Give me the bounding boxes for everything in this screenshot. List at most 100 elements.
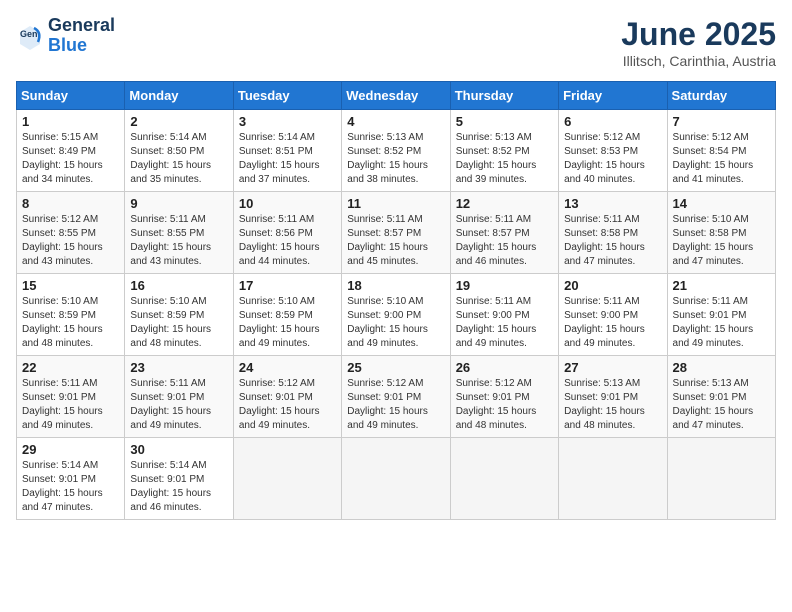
day-number: 4 xyxy=(347,114,444,129)
cell-info: Sunrise: 5:10 AMSunset: 8:58 PMDaylight:… xyxy=(673,213,770,269)
header-wednesday: Wednesday xyxy=(342,82,450,110)
month-title: June 2025 xyxy=(621,16,776,53)
calendar-cell: 21 Sunrise: 5:11 AMSunset: 9:01 PMDayligh… xyxy=(667,274,775,356)
cell-info: Sunrise: 5:11 AMSunset: 8:57 PMDaylight:… xyxy=(456,213,553,269)
calendar-cell xyxy=(559,438,667,520)
cell-info: Sunrise: 5:11 AMSunset: 9:01 PMDaylight:… xyxy=(130,377,227,433)
calendar-header-row: SundayMondayTuesdayWednesdayThursdayFrid… xyxy=(17,82,776,110)
title-block: June 2025 Illitsch, Carinthia, Austria xyxy=(621,16,776,69)
day-number: 22 xyxy=(22,360,119,375)
cell-info: Sunrise: 5:10 AMSunset: 8:59 PMDaylight:… xyxy=(22,295,119,351)
logo: Gen General Blue xyxy=(16,16,115,56)
day-number: 18 xyxy=(347,278,444,293)
cell-info: Sunrise: 5:11 AMSunset: 8:56 PMDaylight:… xyxy=(239,213,336,269)
calendar-cell: 22 Sunrise: 5:11 AMSunset: 9:01 PMDayligh… xyxy=(17,356,125,438)
cell-info: Sunrise: 5:11 AMSunset: 8:55 PMDaylight:… xyxy=(130,213,227,269)
cell-info: Sunrise: 5:13 AMSunset: 8:52 PMDaylight:… xyxy=(347,131,444,187)
calendar-cell: 6 Sunrise: 5:12 AMSunset: 8:53 PMDaylight… xyxy=(559,110,667,192)
calendar-cell xyxy=(233,438,341,520)
calendar-cell: 20Sunrise: 5:11 AMSunset: 9:00 PMDayligh… xyxy=(559,274,667,356)
calendar-cell: 26Sunrise: 5:12 AMSunset: 9:01 PMDayligh… xyxy=(450,356,558,438)
calendar-cell: 25 Sunrise: 5:12 AMSunset: 9:01 PMDayligh… xyxy=(342,356,450,438)
cell-info: Sunrise: 5:11 AMSunset: 8:58 PMDaylight:… xyxy=(564,213,661,269)
cell-info: Sunrise: 5:11 AMSunset: 9:01 PMDaylight:… xyxy=(22,377,119,433)
header-thursday: Thursday xyxy=(450,82,558,110)
cell-info: Sunrise: 5:12 AMSunset: 9:01 PMDaylight:… xyxy=(239,377,336,433)
cell-info: Sunrise: 5:14 AMSunset: 9:01 PMDaylight:… xyxy=(130,459,227,515)
cell-info: Sunrise: 5:13 AMSunset: 9:01 PMDaylight:… xyxy=(564,377,661,433)
header-tuesday: Tuesday xyxy=(233,82,341,110)
calendar-cell: 4 Sunrise: 5:13 AMSunset: 8:52 PMDaylight… xyxy=(342,110,450,192)
calendar-cell: 16Sunrise: 5:10 AMSunset: 8:59 PMDayligh… xyxy=(125,274,233,356)
day-number: 24 xyxy=(239,360,336,375)
cell-info: Sunrise: 5:14 AMSunset: 8:51 PMDaylight:… xyxy=(239,131,336,187)
calendar-cell: 28 Sunrise: 5:13 AMSunset: 9:01 PMDayligh… xyxy=(667,356,775,438)
day-number: 29 xyxy=(22,442,119,457)
cell-info: Sunrise: 5:14 AMSunset: 8:50 PMDaylight:… xyxy=(130,131,227,187)
calendar-cell: 17 Sunrise: 5:10 AMSunset: 8:59 PMDayligh… xyxy=(233,274,341,356)
calendar-cell xyxy=(667,438,775,520)
calendar-week-5: 22 Sunrise: 5:11 AMSunset: 9:01 PMDayligh… xyxy=(17,356,776,438)
calendar-cell: 13Sunrise: 5:11 AMSunset: 8:58 PMDayligh… xyxy=(559,192,667,274)
calendar-cell: 30 Sunrise: 5:14 AMSunset: 9:01 PMDayligh… xyxy=(125,438,233,520)
day-number: 10 xyxy=(239,196,336,211)
cell-info: Sunrise: 5:11 AMSunset: 9:01 PMDaylight:… xyxy=(673,295,770,351)
cell-info: Sunrise: 5:11 AMSunset: 9:00 PMDaylight:… xyxy=(456,295,553,351)
day-number: 2 xyxy=(130,114,227,129)
calendar-cell: 19 Sunrise: 5:11 AMSunset: 9:00 PMDayligh… xyxy=(450,274,558,356)
cell-info: Sunrise: 5:12 AMSunset: 8:53 PMDaylight:… xyxy=(564,131,661,187)
day-number: 6 xyxy=(564,114,661,129)
header-friday: Friday xyxy=(559,82,667,110)
day-number: 12 xyxy=(456,196,553,211)
day-number: 17 xyxy=(239,278,336,293)
logo-text: General Blue xyxy=(48,16,115,56)
day-number: 3 xyxy=(239,114,336,129)
header-monday: Monday xyxy=(125,82,233,110)
calendar-week-3: 8Sunrise: 5:12 AMSunset: 8:55 PMDaylight… xyxy=(17,192,776,274)
calendar-week-4: 15Sunrise: 5:10 AMSunset: 8:59 PMDayligh… xyxy=(17,274,776,356)
day-number: 25 xyxy=(347,360,444,375)
header-saturday: Saturday xyxy=(667,82,775,110)
day-number: 21 xyxy=(673,278,770,293)
calendar-cell: 12 Sunrise: 5:11 AMSunset: 8:57 PMDayligh… xyxy=(450,192,558,274)
day-number: 26 xyxy=(456,360,553,375)
day-number: 30 xyxy=(130,442,227,457)
calendar-cell: 11 Sunrise: 5:11 AMSunset: 8:57 PMDayligh… xyxy=(342,192,450,274)
calendar-cell: 7Sunrise: 5:12 AMSunset: 8:54 PMDaylight… xyxy=(667,110,775,192)
day-number: 11 xyxy=(347,196,444,211)
calendar-cell: 14Sunrise: 5:10 AMSunset: 8:58 PMDayligh… xyxy=(667,192,775,274)
calendar-cell: 8Sunrise: 5:12 AMSunset: 8:55 PMDaylight… xyxy=(17,192,125,274)
cell-info: Sunrise: 5:10 AMSunset: 9:00 PMDaylight:… xyxy=(347,295,444,351)
day-number: 7 xyxy=(673,114,770,129)
cell-info: Sunrise: 5:10 AMSunset: 8:59 PMDaylight:… xyxy=(130,295,227,351)
cell-info: Sunrise: 5:12 AMSunset: 9:01 PMDaylight:… xyxy=(347,377,444,433)
calendar-cell: 27 Sunrise: 5:13 AMSunset: 9:01 PMDayligh… xyxy=(559,356,667,438)
day-number: 27 xyxy=(564,360,661,375)
logo-line1: General xyxy=(48,16,115,36)
calendar-cell: 5 Sunrise: 5:13 AMSunset: 8:52 PMDaylight… xyxy=(450,110,558,192)
calendar-cell xyxy=(342,438,450,520)
day-number: 28 xyxy=(673,360,770,375)
day-number: 5 xyxy=(456,114,553,129)
cell-info: Sunrise: 5:12 AMSunset: 8:55 PMDaylight:… xyxy=(22,213,119,269)
cell-info: Sunrise: 5:10 AMSunset: 8:59 PMDaylight:… xyxy=(239,295,336,351)
cell-info: Sunrise: 5:15 AMSunset: 8:49 PMDaylight:… xyxy=(22,131,119,187)
calendar-cell: 1Sunrise: 5:15 AMSunset: 8:49 PMDaylight… xyxy=(17,110,125,192)
location-subtitle: Illitsch, Carinthia, Austria xyxy=(621,53,776,69)
calendar-week-2: 1Sunrise: 5:15 AMSunset: 8:49 PMDaylight… xyxy=(17,110,776,192)
day-number: 19 xyxy=(456,278,553,293)
calendar-cell: 29Sunrise: 5:14 AMSunset: 9:01 PMDayligh… xyxy=(17,438,125,520)
cell-info: Sunrise: 5:13 AMSunset: 9:01 PMDaylight:… xyxy=(673,377,770,433)
calendar-week-6: 29 Sunrise: 5:14 AMSunset: 9:01 PMDayligh… xyxy=(17,438,776,520)
day-number: 23 xyxy=(130,360,227,375)
day-number: 9 xyxy=(130,196,227,211)
calendar-cell: 15Sunrise: 5:10 AMSunset: 8:59 PMDayligh… xyxy=(17,274,125,356)
cell-info: Sunrise: 5:13 AMSunset: 8:52 PMDaylight:… xyxy=(456,131,553,187)
calendar-cell: 18 Sunrise: 5:10 AMSunset: 9:00 PMDayligh… xyxy=(342,274,450,356)
calendar-cell xyxy=(450,438,558,520)
calendar-cell: 10 Sunrise: 5:11 AMSunset: 8:56 PMDayligh… xyxy=(233,192,341,274)
logo-line2: Blue xyxy=(48,35,87,55)
cell-info: Sunrise: 5:11 AMSunset: 8:57 PMDaylight:… xyxy=(347,213,444,269)
calendar-cell: 24 Sunrise: 5:12 AMSunset: 9:01 PMDayligh… xyxy=(233,356,341,438)
svg-text:Gen: Gen xyxy=(20,29,38,39)
